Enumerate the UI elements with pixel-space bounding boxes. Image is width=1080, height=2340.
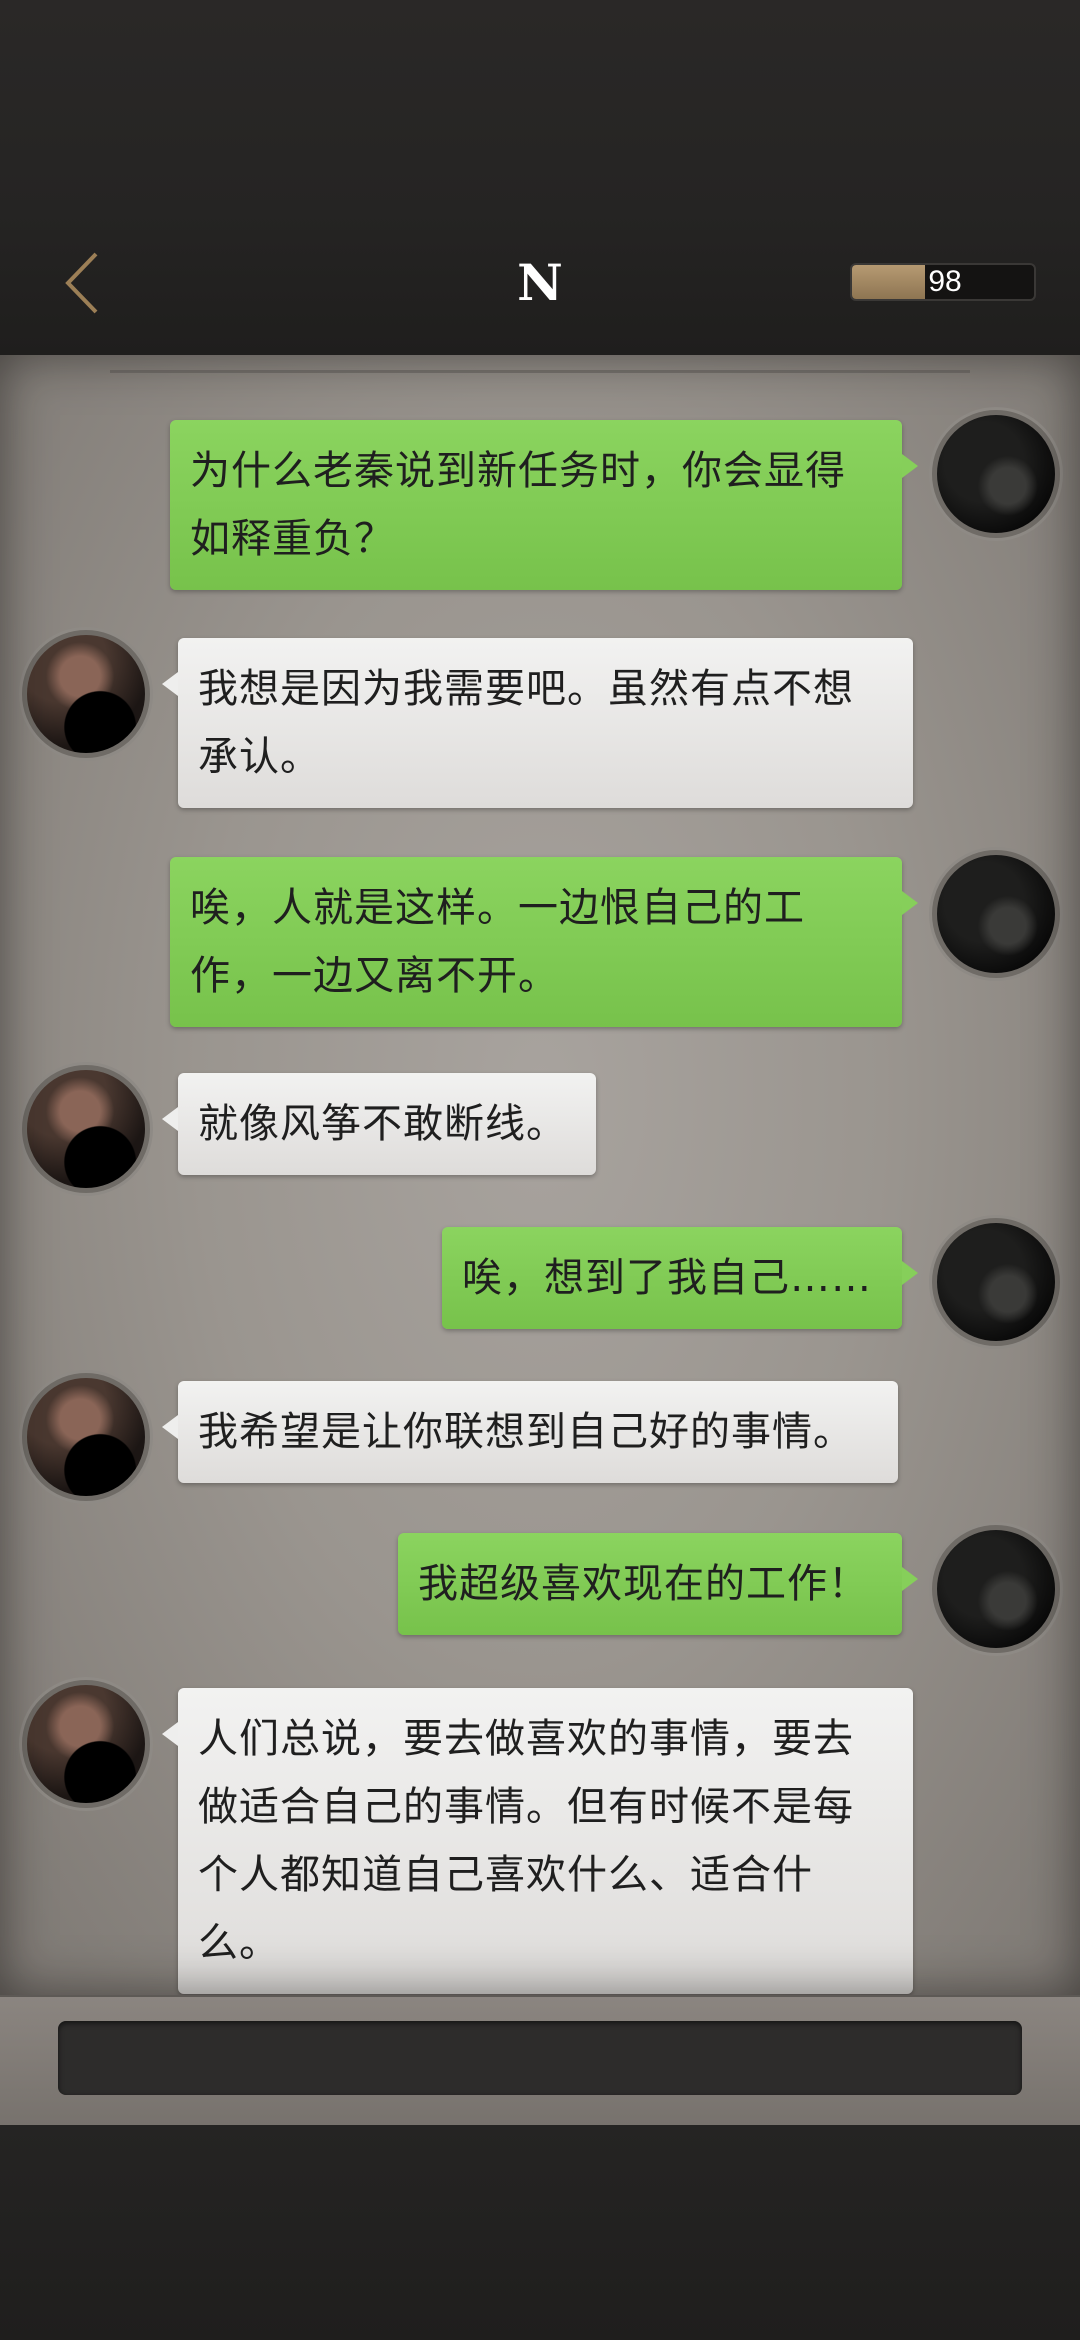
energy-value: 98 xyxy=(928,265,962,298)
outgoing-message: 我超级喜欢现在的工作！ xyxy=(398,1533,918,1635)
outgoing-message: 唉，人就是这样。一边恨自己的工 作，一边又离不开。 xyxy=(170,857,918,1027)
incoming-message: 人们总说，要去做喜欢的事情，要去 做适合自己的事情。但有时候不是每 个人都知道自… xyxy=(162,1688,913,1994)
contact-avatar xyxy=(22,1680,150,1808)
user-avatar xyxy=(932,1525,1060,1653)
input-bar xyxy=(0,1995,1080,2125)
user-avatar xyxy=(932,850,1060,978)
incoming-message: 我希望是让你联想到自己好的事情。 xyxy=(162,1381,898,1483)
contact-avatar xyxy=(22,630,150,758)
incoming-message: 我想是因为我需要吧。虽然有点不想 承认。 xyxy=(162,638,913,808)
contact-avatar xyxy=(22,1065,150,1193)
user-avatar xyxy=(932,1218,1060,1346)
top-bar: N 98 xyxy=(0,0,1080,355)
energy-meter: 98 xyxy=(850,263,1036,301)
outgoing-message: 唉，想到了我自己…… xyxy=(442,1227,918,1329)
chat-area[interactable]: 为什么老秦说到新任务时，你会显得 如释重负？ 我想是因为我需要吧。虽然有点不想 … xyxy=(0,355,1080,1995)
bottom-panel xyxy=(0,2125,1080,2340)
user-avatar xyxy=(932,410,1060,538)
contact-avatar xyxy=(22,1373,150,1501)
incoming-message: 就像风筝不敢断线。 xyxy=(162,1073,596,1175)
outgoing-message: 为什么老秦说到新任务时，你会显得 如释重负？ xyxy=(170,420,918,590)
message-input[interactable] xyxy=(58,2021,1022,2095)
